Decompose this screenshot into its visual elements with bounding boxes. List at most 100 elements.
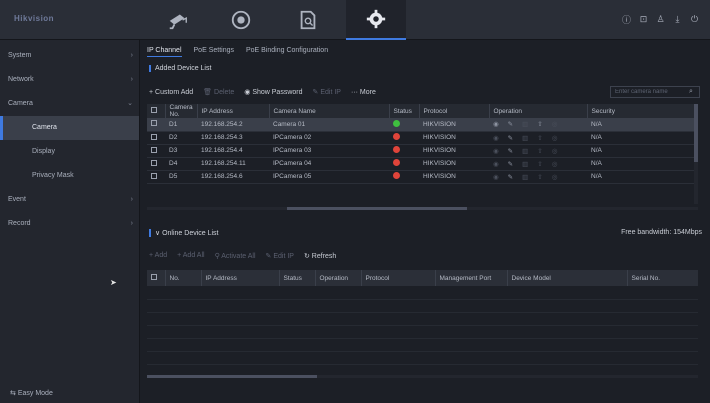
col-management-port: Management Port — [434, 270, 507, 286]
tab-live-view[interactable] — [148, 0, 208, 40]
refresh-icon: ↻ — [303, 253, 310, 260]
info-icon[interactable]: ◎ — [552, 174, 558, 181]
online-edit-ip-button[interactable]: ✎ Edit IP — [266, 252, 294, 260]
tab-playback[interactable] — [211, 0, 271, 40]
sidebar-item-label: System — [8, 52, 32, 59]
easy-mode-button[interactable]: ⇆ Easy Mode — [10, 389, 53, 397]
edit-icon[interactable]: ✎ — [508, 161, 513, 168]
edit-ip-button[interactable]: ✎ Edit IP — [313, 88, 341, 96]
sidebar-item-label: Camera — [32, 124, 57, 131]
custom-add-button[interactable]: + Custom Add — [149, 89, 193, 96]
tab-file-management[interactable] — [278, 0, 338, 40]
edit-icon[interactable]: ✎ — [508, 148, 513, 155]
protocol-cell: HIKVISION — [423, 120, 456, 128]
edit-icon[interactable]: ✎ — [508, 135, 513, 142]
upgrade-icon[interactable]: ⇧ — [537, 148, 542, 155]
sidebar-subitem-camera[interactable]: Camera — [0, 116, 139, 140]
edit-icon[interactable]: ✎ — [508, 121, 513, 128]
row-checkbox[interactable] — [147, 118, 165, 131]
tab-configuration[interactable] — [346, 0, 406, 40]
tab-ip-channel[interactable]: IP Channel — [147, 47, 182, 57]
table-row[interactable]: D3 192.168.254.4 IPCamera 03 HIKVISION ◉ ✎ ▥ ⇧ ◎… — [147, 144, 698, 157]
play-icon[interactable]: ◉ — [493, 148, 499, 155]
delete-icon[interactable]: ▥ — [522, 135, 528, 142]
row-checkbox[interactable] — [147, 170, 165, 183]
empty-cell — [147, 286, 698, 300]
info-icon[interactable]: ◎ — [552, 148, 558, 155]
user-icon[interactable]: ♙ — [655, 14, 666, 25]
protocol-cell: HIKVISION — [423, 160, 456, 167]
table-row[interactable]: D4 192.168.254.11 IPCamera 04 HIKVISION ◉ ✎ ▥ ⇧… — [147, 157, 698, 170]
delete-icon[interactable]: ▥ — [522, 148, 528, 155]
upgrade-icon[interactable]: ⇧ — [537, 161, 542, 168]
table-row[interactable]: D5 192.168.254.6 IPCamera 05 HIKVISION ◉ ✎ ▥ ⇧ ◎… — [147, 170, 698, 183]
refresh-label: Refresh — [311, 253, 337, 260]
table-row[interactable]: D2 192.168.254.3 IPCamera 02 HIKVISION ◉ ✎ ▥ ⇧ ◎… — [147, 131, 698, 144]
row-checkbox[interactable] — [147, 157, 165, 170]
more-button[interactable]: ··· More — [351, 89, 376, 96]
sidebar-item-event[interactable]: Event › — [0, 188, 139, 212]
row-checkbox[interactable] — [147, 131, 165, 144]
scrollbar-thumb[interactable] — [287, 207, 467, 210]
delete-icon[interactable]: ▥ — [522, 161, 528, 168]
sidebar-item-system[interactable]: System › — [0, 44, 139, 68]
delete-icon[interactable]: ▥ — [522, 174, 528, 181]
edit-icon[interactable]: ✎ — [508, 174, 513, 181]
delete-icon[interactable]: ▥ — [522, 121, 528, 128]
sidebar-item-label: Privacy Mask — [32, 172, 74, 179]
camera-name-cell: IPCamera 02 — [273, 134, 312, 141]
download-icon[interactable]: ⤓ — [672, 14, 683, 25]
show-password-button[interactable]: ◉ Show Password — [244, 88, 302, 96]
sidebar-item-label: Camera — [8, 100, 33, 107]
activate-all-button[interactable]: ⚲ Activate All — [215, 252, 256, 260]
sidebar-item-label: Record — [8, 220, 31, 227]
info-icon[interactable]: ◎ — [552, 135, 558, 142]
lock-icon[interactable]: ⊡ — [638, 14, 649, 25]
select-all-checkbox[interactable] — [147, 104, 165, 118]
upgrade-icon[interactable]: ⇧ — [537, 121, 542, 128]
scrollbar-thumb[interactable] — [694, 104, 698, 162]
sidebar-item-label: Display — [32, 148, 55, 155]
online-device-list-title[interactable]: ∨ Online Device List — [149, 229, 219, 237]
add-button[interactable]: + Add — [149, 252, 167, 260]
delete-label: Delete — [214, 89, 235, 96]
play-icon[interactable]: ◉ — [493, 135, 499, 142]
checkbox-icon — [151, 107, 157, 113]
key-icon: ⚲ — [214, 253, 220, 260]
info-icon[interactable]: ◎ — [552, 121, 558, 128]
sidebar-subitem-privacy-mask[interactable]: Privacy Mask — [0, 164, 139, 188]
ip-address-cell: 192.168.254.11 — [201, 160, 246, 167]
tab-poe-binding[interactable]: PoE Binding Configuration — [246, 47, 328, 57]
scrollbar-thumb[interactable] — [147, 375, 317, 378]
online-table-horizontal-scrollbar[interactable] — [147, 375, 698, 378]
ip-address-cell: 192.168.254.2 — [201, 120, 243, 128]
sidebar-item-camera[interactable]: Camera ⌄ — [0, 92, 139, 116]
camera-search-input[interactable] — [611, 87, 689, 97]
info-icon[interactable]: ◎ — [552, 161, 558, 168]
play-icon[interactable]: ◉ — [493, 161, 499, 168]
info-icon[interactable]: ⓘ — [621, 14, 632, 25]
select-all-checkbox[interactable] — [147, 270, 165, 286]
checkbox-icon — [151, 172, 157, 179]
sidebar-item-network[interactable]: Network › — [0, 68, 139, 92]
play-icon[interactable]: ◉ — [493, 121, 499, 128]
delete-button[interactable]: 🗑 Delete — [203, 88, 234, 96]
checkbox-icon — [151, 274, 157, 280]
search-icon[interactable]: ⌕ — [689, 88, 693, 96]
status-cell — [389, 144, 419, 157]
camera-no-cell: D1 — [169, 120, 178, 128]
tab-poe-settings[interactable]: PoE Settings — [194, 47, 234, 57]
add-all-button[interactable]: + Add All — [177, 252, 204, 260]
sidebar-item-record[interactable]: Record › — [0, 212, 139, 236]
table-vertical-scrollbar[interactable] — [694, 104, 698, 204]
power-icon[interactable]: ⏻ — [689, 14, 700, 25]
play-icon[interactable]: ◉ — [493, 174, 499, 181]
table-horizontal-scrollbar[interactable] — [147, 207, 698, 210]
row-checkbox[interactable] — [147, 144, 165, 157]
upgrade-icon[interactable]: ⇧ — [537, 135, 542, 142]
sidebar-subitem-display[interactable]: Display — [0, 140, 139, 164]
checkbox-icon — [151, 159, 157, 166]
upgrade-icon[interactable]: ⇧ — [537, 174, 542, 181]
refresh-button[interactable]: ↻ Refresh — [304, 252, 336, 260]
table-row[interactable]: D1 192.168.254.2 Camera 01 HIKVISION ◉ ✎ ▥ ⇧ ◎ N/… — [147, 118, 698, 131]
